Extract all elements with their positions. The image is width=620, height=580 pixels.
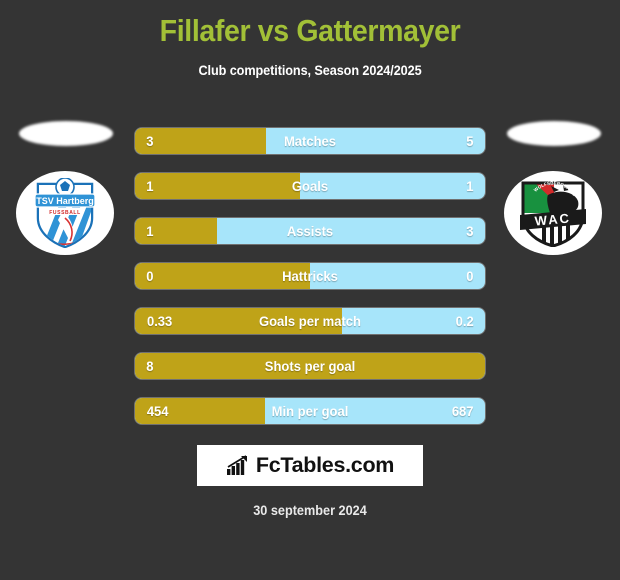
away-team-badge: WOLFSBERGER AC WAC	[498, 118, 610, 268]
fctables-brand-logo[interactable]: FcTables.com	[197, 445, 423, 486]
stat-label: Shots per goal	[264, 358, 356, 374]
stat-label: Hattricks	[282, 268, 338, 284]
stat-label: Min per goal	[271, 403, 349, 419]
svg-text:FUSSBALL: FUSSBALL	[49, 210, 80, 216]
wac-crest-icon: WOLFSBERGER AC WAC	[520, 181, 586, 247]
brand-text: FcTables.com	[255, 453, 395, 477]
stat-row-matches: 3 Matches 5	[135, 128, 485, 154]
away-value: 5	[466, 133, 474, 149]
stat-label: Goals per match	[258, 313, 362, 329]
stat-comparison-page: Fillafer vs Gattermayer Club competition…	[0, 0, 620, 580]
away-value: 687	[451, 403, 474, 419]
badge-highlight-ellipse	[19, 121, 113, 146]
stat-bars-list: 3 Matches 5 1 Goals 1 1 Assists 3 0 Hatt…	[135, 128, 485, 443]
away-team-crest-circle: WOLFSBERGER AC WAC	[504, 171, 602, 255]
page-title: Fillafer vs Gattermayer	[159, 13, 461, 48]
stat-row-goals: 1 Goals 1	[135, 173, 485, 199]
stat-row-assists: 1 Assists 3	[135, 218, 485, 244]
home-team-crest-circle: TSV Hartberg FUSSBALL	[16, 171, 114, 255]
stat-row-hattricks: 0 Hattricks 0	[135, 263, 485, 289]
stat-label: Goals	[291, 178, 329, 194]
stat-row-min-per-goal: 454 Min per goal 687	[135, 398, 485, 424]
bar-chart-icon	[226, 455, 247, 475]
stat-row-goals-per-match: 0.33 Goals per match 0.2	[135, 308, 485, 334]
away-value: 0.2	[455, 313, 474, 329]
home-team-badge: TSV Hartberg FUSSBALL	[10, 118, 122, 268]
away-value: 1	[466, 178, 474, 194]
svg-text:WAC: WAC	[534, 210, 572, 228]
stat-label: Matches	[283, 133, 337, 149]
away-value: 3	[466, 223, 474, 239]
away-value: 0	[466, 268, 474, 284]
stat-row-shots-per-goal: 8 Shots per goal	[135, 353, 485, 379]
page-subtitle: Club competitions, Season 2024/2025	[198, 63, 422, 78]
report-date: 30 september 2024	[253, 503, 367, 518]
svg-text:TSV Hartberg: TSV Hartberg	[36, 196, 94, 206]
stat-label: Assists	[286, 223, 334, 239]
badge-highlight-ellipse	[507, 121, 601, 146]
tsv-hartberg-crest-icon: TSV Hartberg FUSSBALL	[34, 178, 96, 248]
